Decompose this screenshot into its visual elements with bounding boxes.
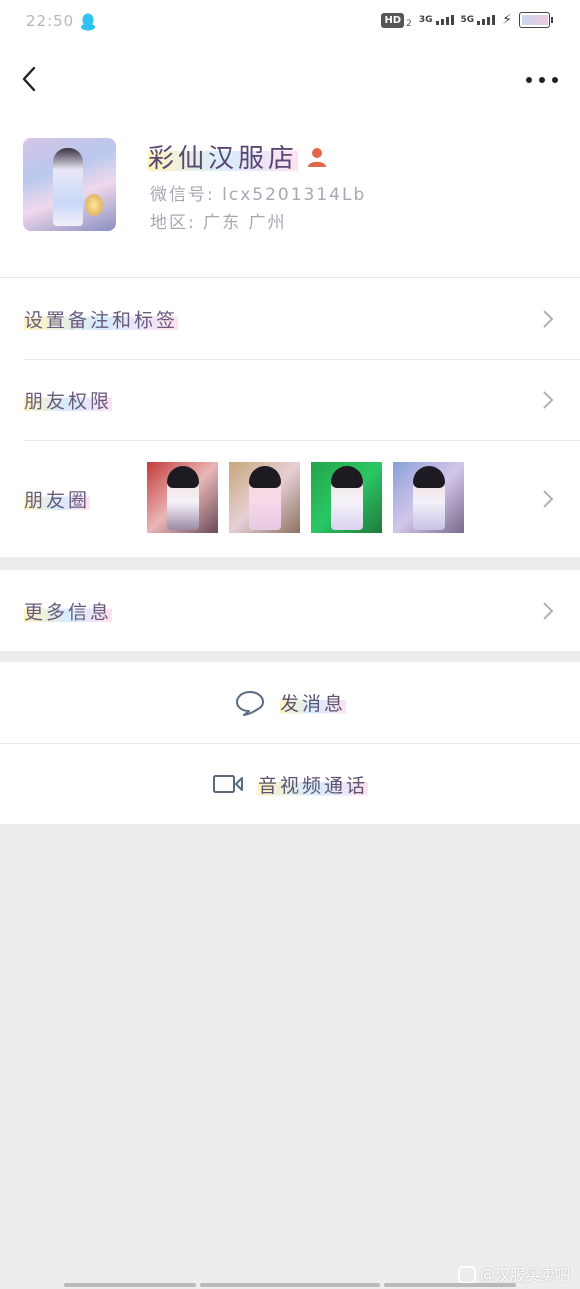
menu-item-label: 设置备注和标签 — [24, 305, 179, 332]
chevron-right-icon — [543, 601, 554, 620]
send-message-button[interactable]: 发消息 — [0, 662, 580, 743]
more-info-section: 更多信息 — [0, 570, 580, 651]
person-icon — [308, 147, 327, 167]
more-button[interactable] — [526, 72, 558, 88]
settings-menu: 设置备注和标签 朋友权限 朋友圈 — [0, 278, 580, 557]
chevron-right-icon — [543, 489, 554, 508]
chat-bubble-icon — [235, 690, 264, 716]
menu-item-label: 更多信息 — [24, 597, 113, 624]
profile-header: 彩仙汉服店 微信号: lcx5201314Lb 地区: 广东 广州 — [0, 114, 580, 278]
region: 地区: 广东 广州 — [150, 213, 287, 233]
signal-5g-icon: 5G — [461, 15, 496, 25]
signal-3g-icon: 3G — [419, 15, 454, 25]
video-camera-icon — [212, 775, 243, 793]
menu-item-friend-permissions[interactable]: 朋友权限 — [0, 359, 580, 440]
ellipsis-dot — [539, 77, 545, 83]
actions-section: 发消息 音视频通话 — [0, 662, 580, 824]
moments-thumbnail — [393, 462, 464, 533]
video-call-label: 音视频通话 — [257, 770, 368, 798]
home-indicator — [64, 1283, 516, 1287]
status-bar: 22:50 HD 2 3G 5G ⚡ — [0, 0, 580, 46]
chevron-left-icon — [22, 66, 36, 92]
menu-item-more-info[interactable]: 更多信息 — [0, 570, 580, 651]
status-icons: HD 2 3G 5G ⚡ — [381, 11, 553, 29]
moments-thumbnail — [229, 462, 300, 533]
menu-item-moments[interactable]: 朋友圈 — [0, 440, 580, 557]
ellipsis-dot — [552, 77, 558, 83]
ellipsis-dot — [526, 77, 532, 83]
signal-3g-label: 3G — [418, 15, 433, 25]
watermark: @汉服买卖吧 — [457, 1264, 570, 1285]
hd-sub: 2 — [406, 19, 412, 29]
chevron-right-icon — [543, 309, 554, 328]
send-message-label: 发消息 — [279, 689, 346, 716]
menu-item-label: 朋友权限 — [24, 386, 113, 413]
back-button[interactable] — [18, 64, 44, 94]
menu-item-label: 朋友圈 — [24, 485, 91, 512]
moments-thumbnail — [147, 462, 218, 533]
hd-badge: HD — [381, 12, 405, 28]
signal-5g-label: 5G — [460, 15, 475, 25]
name-row: 彩仙汉服店 — [148, 138, 328, 175]
qq-icon — [81, 13, 95, 31]
moments-thumbnails — [147, 462, 464, 533]
menu-item-remarks-tags[interactable]: 设置备注和标签 — [0, 278, 580, 359]
battery-icon — [519, 12, 553, 28]
status-time: 22:50 — [26, 12, 75, 30]
weibo-logo-icon — [457, 1265, 476, 1284]
chevron-right-icon — [543, 390, 554, 409]
moments-thumbnail — [311, 462, 382, 533]
video-call-button[interactable]: 音视频通话 — [0, 743, 580, 824]
avatar[interactable] — [23, 138, 116, 231]
watermark-text: @汉服买卖吧 — [479, 1266, 570, 1284]
contact-name: 彩仙汉服店 — [148, 138, 299, 175]
charging-bolt-icon: ⚡ — [502, 12, 512, 28]
nav-bar — [0, 46, 580, 114]
wechat-id: 微信号: lcx5201314Lb — [150, 185, 367, 205]
